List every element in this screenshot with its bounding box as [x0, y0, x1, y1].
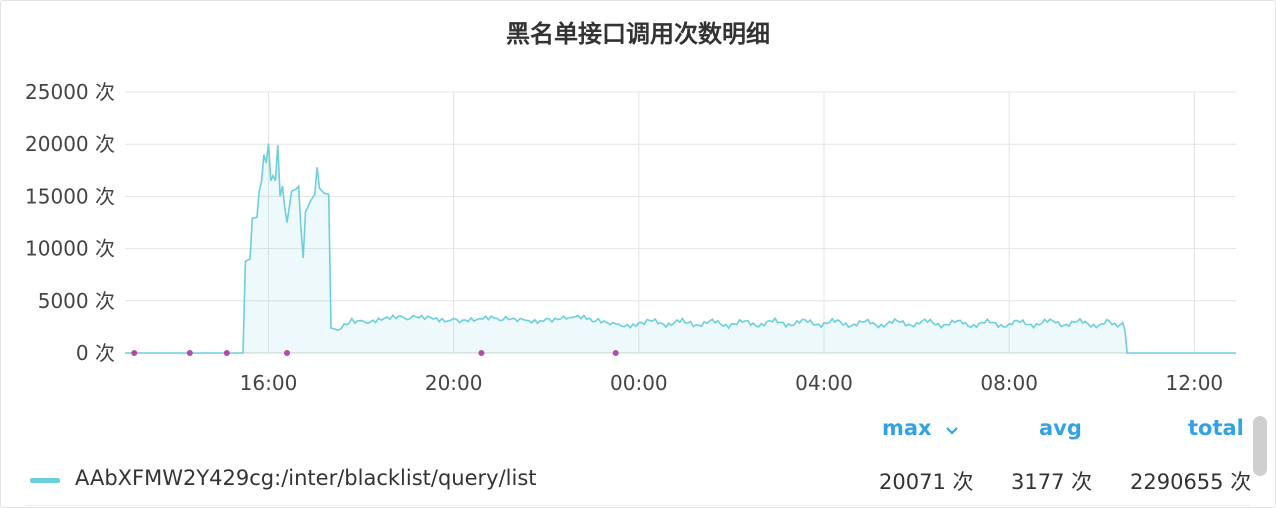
y-tick-label-5000: 5000 次 [38, 289, 115, 313]
annotation-marker-5 [223, 350, 230, 356]
legend-header-max[interactable]: max [882, 416, 959, 441]
x-tick-label-08:00: 08:00 [980, 371, 1038, 395]
annotation-marker-2 [284, 350, 291, 356]
legend-header-avg-label: avg [1039, 416, 1082, 440]
y-tick-label-20000: 20000 次 [25, 132, 115, 156]
legend-series-avg: 3177 次 [1011, 470, 1093, 494]
annotation-marker-1 [186, 350, 193, 356]
x-tick-label-04:00: 04:00 [795, 371, 853, 395]
x-tick-label-00:00: 00:00 [610, 371, 668, 395]
legend-series-swatch[interactable] [30, 478, 60, 483]
legend-header-max-label: max [882, 416, 932, 440]
legend-header-total-label: total [1188, 416, 1244, 440]
x-tick-label-20:00: 20:00 [425, 371, 483, 395]
legend-row-divider [25, 505, 1250, 506]
legend-series-total: 2290655 次 [1130, 470, 1252, 494]
y-tick-label-15000: 15000 次 [25, 184, 115, 208]
chevron-down-icon [945, 417, 959, 441]
legend-header: max avg total [0, 416, 1276, 446]
y-tick-label-25000: 25000 次 [25, 80, 115, 104]
legend-header-avg[interactable]: avg [1039, 416, 1082, 440]
x-axis: 16:00 20:00 00:00 04:00 08:00 12:00 [240, 371, 1223, 395]
annotation-marker-0 [131, 350, 138, 356]
x-tick-label-16:00: 16:00 [240, 371, 298, 395]
y-tick-label-0: 0 次 [76, 341, 115, 365]
x-tick-label-12:00: 12:00 [1166, 371, 1224, 395]
annotation-marker-3 [478, 350, 485, 356]
legend-series-row[interactable]: AAbXFMW2Y429cg:/inter/blacklist/query/li… [0, 460, 1276, 500]
legend-series-max: 20071 次 [879, 470, 974, 494]
legend-scrollbar[interactable] [1253, 416, 1267, 476]
y-tick-label-10000: 10000 次 [25, 237, 115, 261]
legend-series-name[interactable]: AAbXFMW2Y429cg:/inter/blacklist/query/li… [75, 466, 537, 490]
annotation-marker-4 [612, 350, 619, 356]
legend-header-total[interactable]: total [1188, 416, 1244, 440]
chart-canvas: 0 次 5000 次 10000 次 15000 次 20000 次 25000 次 16… [25, 80, 1236, 395]
y-axis: 0 次 5000 次 10000 次 15000 次 20000 次 25000 次 [25, 80, 115, 365]
